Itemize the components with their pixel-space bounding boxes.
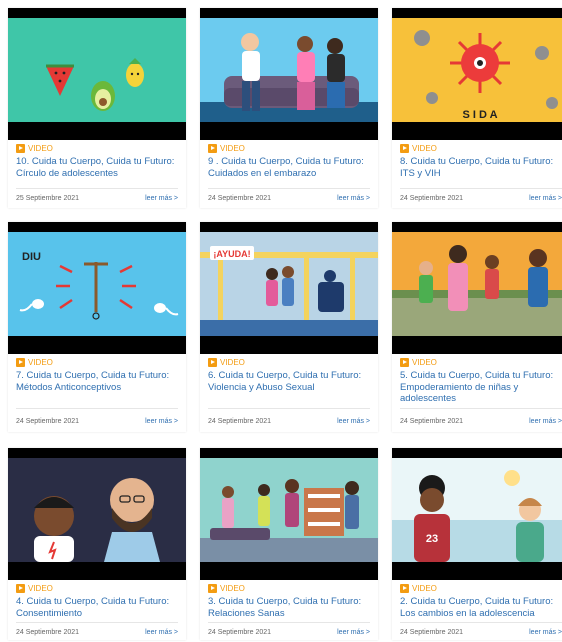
video-type-tag: VIDEO <box>208 583 245 593</box>
video-title-link[interactable]: 6. Cuida tu Cuerpo, Cuida tu Futuro: Vio… <box>208 370 376 393</box>
video-type-tag: VIDEO <box>16 357 53 367</box>
thumbnail-text: S I D A <box>462 109 497 121</box>
video-title-link[interactable]: 7. Cuida tu Cuerpo, Cuida tu Futuro: Mét… <box>16 370 184 393</box>
video-type-tag: VIDEO <box>400 583 437 593</box>
card-divider <box>400 622 562 623</box>
publish-date: 24 Septiembre 2021 <box>208 629 272 636</box>
video-icon <box>400 143 409 153</box>
publish-date: 24 Septiembre 2021 <box>400 629 464 636</box>
video-icon <box>208 583 217 593</box>
read-more-link[interactable]: leer más > <box>529 195 562 202</box>
thumbnail-text: 23 <box>426 533 438 545</box>
video-type-label: VIDEO <box>28 357 53 367</box>
thumbnail-illustration: ¡AYUDA! <box>200 232 378 336</box>
video-type-label: VIDEO <box>220 143 245 153</box>
card-divider <box>16 408 178 409</box>
video-title-link[interactable]: 10. Cuida tu Cuerpo, Cuida tu Futuro: Cí… <box>16 156 184 179</box>
publish-date: 25 Septiembre 2021 <box>16 195 80 202</box>
video-title-link[interactable]: 3. Cuida tu Cuerpo, Cuida tu Futuro: Rel… <box>208 596 376 619</box>
video-icon <box>16 143 25 153</box>
video-type-tag: VIDEO <box>400 143 437 153</box>
video-icon <box>208 143 217 153</box>
video-icon <box>400 357 409 367</box>
thumbnail-text: ¡AYUDA! <box>213 249 250 259</box>
video-thumbnail[interactable] <box>392 222 562 354</box>
thumbnail-illustration: S I D A <box>392 18 562 122</box>
thumbnail-illustration: 23 <box>392 458 562 562</box>
thumbnail-illustration <box>200 458 378 562</box>
card-divider <box>400 408 562 409</box>
video-type-label: VIDEO <box>28 143 53 153</box>
publish-date: 24 Septiembre 2021 <box>16 629 80 636</box>
publish-date: 24 Septiembre 2021 <box>16 418 80 425</box>
video-icon <box>208 357 217 367</box>
video-thumbnail[interactable]: ¡AYUDA! <box>200 222 378 354</box>
read-more-link[interactable]: leer más > <box>145 418 178 425</box>
read-more-link[interactable]: leer más > <box>529 629 562 636</box>
video-card[interactable]: DIU VIDEO 7. Cuida tu Cuerpo, Cuida tu F… <box>8 222 186 432</box>
video-card[interactable]: VIDEO 3. Cuida tu Cuerpo, Cuida tu Futur… <box>200 448 378 640</box>
video-card[interactable]: VIDEO 10. Cuida tu Cuerpo, Cuida tu Futu… <box>8 8 186 208</box>
thumbnail-illustration <box>200 18 378 122</box>
read-more-link[interactable]: leer más > <box>337 418 370 425</box>
video-title-link[interactable]: 4. Cuida tu Cuerpo, Cuida tu Futuro: Con… <box>16 596 184 619</box>
video-card[interactable]: VIDEO 4. Cuida tu Cuerpo, Cuida tu Futur… <box>8 448 186 640</box>
video-type-tag: VIDEO <box>16 583 53 593</box>
thumbnail-illustration <box>8 458 186 562</box>
video-thumbnail[interactable] <box>200 8 378 140</box>
thumbnail-text: DIU <box>22 251 41 263</box>
card-divider <box>400 188 562 189</box>
video-type-label: VIDEO <box>220 357 245 367</box>
read-more-link[interactable]: leer más > <box>529 418 562 425</box>
video-thumbnail[interactable] <box>8 448 186 580</box>
thumbnail-illustration: DIU <box>8 232 186 336</box>
video-icon <box>16 583 25 593</box>
read-more-link[interactable]: leer más > <box>337 195 370 202</box>
video-icon <box>400 583 409 593</box>
read-more-link[interactable]: leer más > <box>145 629 178 636</box>
video-card[interactable]: VIDEO 9 . Cuida tu Cuerpo, Cuida tu Futu… <box>200 8 378 208</box>
video-type-label: VIDEO <box>412 357 437 367</box>
card-divider <box>16 188 178 189</box>
video-title-link[interactable]: 5. Cuida tu Cuerpo, Cuida tu Futuro: Emp… <box>400 370 562 405</box>
video-thumbnail[interactable]: DIU <box>8 222 186 354</box>
video-card[interactable]: S I D A VIDEO 8. Cuida tu Cuerpo, Cuida … <box>392 8 562 208</box>
card-divider <box>208 188 370 189</box>
card-divider <box>208 408 370 409</box>
video-icon <box>16 357 25 367</box>
thumbnail-illustration <box>392 232 562 336</box>
video-card[interactable]: ¡AYUDA! VIDEO 6. Cuida tu Cuerpo, Cuida … <box>200 222 378 432</box>
video-type-tag: VIDEO <box>16 143 53 153</box>
card-divider <box>16 622 178 623</box>
publish-date: 24 Septiembre 2021 <box>208 418 272 425</box>
video-type-label: VIDEO <box>28 583 53 593</box>
video-type-tag: VIDEO <box>208 143 245 153</box>
video-thumbnail[interactable]: 23 <box>392 448 562 580</box>
read-more-link[interactable]: leer más > <box>337 629 370 636</box>
video-card[interactable]: VIDEO 5. Cuida tu Cuerpo, Cuida tu Futur… <box>392 222 562 432</box>
video-type-tag: VIDEO <box>208 357 245 367</box>
publish-date: 24 Septiembre 2021 <box>400 195 464 202</box>
video-thumbnail[interactable]: S I D A <box>392 8 562 140</box>
read-more-link[interactable]: leer más > <box>145 195 178 202</box>
video-thumbnail[interactable] <box>200 448 378 580</box>
publish-date: 24 Septiembre 2021 <box>400 418 464 425</box>
video-title-link[interactable]: 8. Cuida tu Cuerpo, Cuida tu Futuro: ITS… <box>400 156 562 179</box>
card-divider <box>208 622 370 623</box>
video-card[interactable]: 23 VIDEO 2. Cuida tu Cuerpo, Cuida tu Fu… <box>392 448 562 640</box>
video-title-link[interactable]: 9 . Cuida tu Cuerpo, Cuida tu Futuro: Cu… <box>208 156 376 179</box>
video-thumbnail[interactable] <box>8 8 186 140</box>
video-type-tag: VIDEO <box>400 357 437 367</box>
video-type-label: VIDEO <box>412 583 437 593</box>
thumbnail-illustration <box>8 18 186 122</box>
video-type-label: VIDEO <box>412 143 437 153</box>
video-type-label: VIDEO <box>220 583 245 593</box>
video-title-link[interactable]: 2. Cuida tu Cuerpo, Cuida tu Futuro: Los… <box>400 596 562 619</box>
publish-date: 24 Septiembre 2021 <box>208 195 272 202</box>
